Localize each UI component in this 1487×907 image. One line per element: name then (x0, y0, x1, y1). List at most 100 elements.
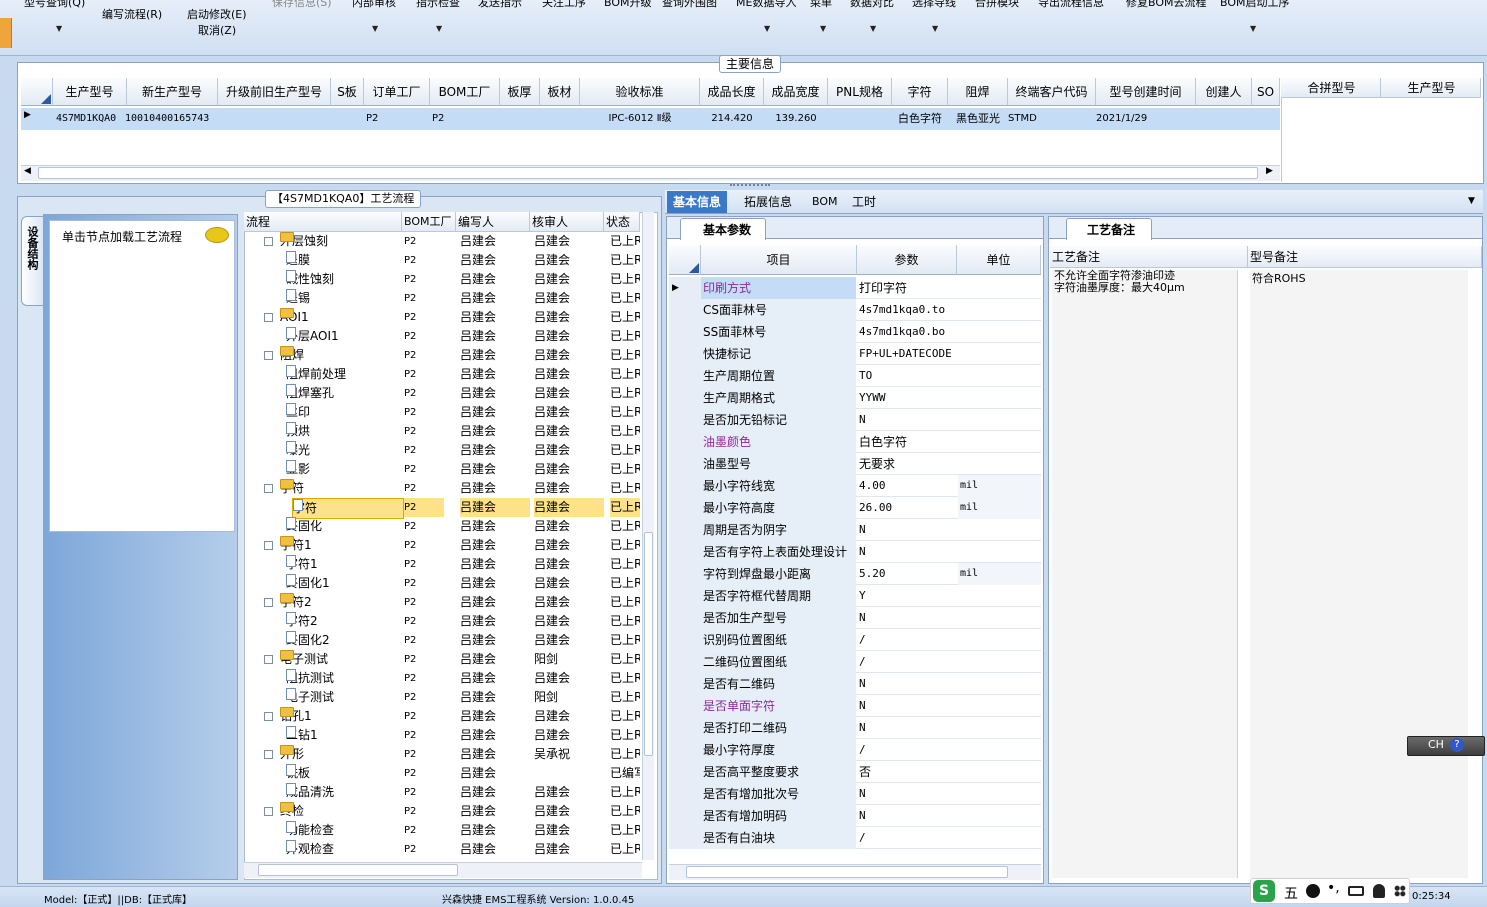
user-icon[interactable] (1373, 884, 1385, 898)
col-status[interactable]: 状态 (604, 212, 640, 232)
process-tree-row[interactable]: 阻抗测试 P2 吕建会 吕建会 已上R (244, 669, 640, 688)
toolbar-me-import-button[interactable]: ME数据导入 (736, 0, 796, 10)
process-tree-row[interactable]: 预烘 P2 吕建会 吕建会 已上R (244, 422, 640, 441)
ime-mode-label[interactable]: 五 (1284, 883, 1298, 903)
col-prod-model[interactable]: 生产型号 (53, 78, 127, 106)
param-row[interactable]: 字符到焊盘最小距离 5.20 mil (669, 563, 1041, 585)
col-s-board[interactable]: S板 (331, 78, 364, 106)
process-tree-row[interactable]: 字符 P2 吕建会 吕建会 已上R (244, 498, 640, 519)
toolbar-compare-button[interactable]: 数据对比 (850, 0, 894, 10)
col-length[interactable]: 成品长度 (700, 78, 764, 106)
param-value[interactable]: / (857, 739, 957, 761)
toolbar-bom-upgrade-button[interactable]: BOM升级 (604, 0, 652, 10)
param-row[interactable]: 是否单面字符 N (669, 695, 1041, 717)
col-standard[interactable]: 验收标准 (580, 78, 700, 106)
param-row[interactable]: 是否有二维码 N (669, 673, 1041, 695)
col-thickness[interactable]: 板厚 (500, 78, 540, 106)
param-row[interactable]: 最小字符线宽 4.00 mil (669, 475, 1041, 497)
param-value[interactable]: N (857, 409, 957, 431)
toolbar-outline-button[interactable]: 查询外围图 (662, 0, 717, 10)
scroll-thumb[interactable] (644, 532, 653, 756)
process-tree-row[interactable]: 阻焊塞孔 P2 吕建会 吕建会 已上R (244, 384, 640, 403)
ime-bar[interactable] (1407, 736, 1485, 756)
tree-node[interactable]: 显影 (286, 460, 398, 479)
row-header[interactable] (669, 453, 701, 475)
param-row[interactable]: 是否字符框代替周期 Y (669, 585, 1041, 607)
row-header[interactable] (669, 629, 701, 651)
scroll-thumb[interactable] (38, 167, 1258, 179)
col-bom-factory[interactable]: BOM工厂 (402, 212, 456, 232)
param-row[interactable]: 最小字符高度 26.00 mil (669, 497, 1041, 519)
process-tree-row[interactable]: 外层AOI1 P2 吕建会 吕建会 已上R (244, 327, 640, 346)
param-value[interactable]: FP+UL+DATECODE (857, 343, 957, 365)
toolbar-wire-button[interactable]: 选择导线 (912, 0, 956, 10)
tree-node[interactable]: 字符1 (286, 555, 398, 574)
param-row[interactable]: SS面菲林号 4s7md1kqa0.bo (669, 321, 1041, 343)
dot-icon[interactable] (1306, 884, 1320, 898)
process-tree-row[interactable]: 终固化2 P2 吕建会 吕建会 已上R (244, 631, 640, 650)
param-row[interactable]: 是否有增加明码 N (669, 805, 1041, 827)
row-header[interactable] (669, 541, 701, 563)
tab-menu-icon[interactable]: ▼ (1468, 196, 1475, 206)
chevron-down-icon[interactable]: ▼ (932, 24, 938, 33)
col-bom-factory[interactable]: BOM工厂 (430, 78, 500, 106)
splitter-handle[interactable] (730, 184, 770, 188)
merge-col-prod[interactable]: 生产型号 (1381, 78, 1481, 98)
chevron-down-icon[interactable]: ▼ (56, 24, 62, 33)
toolbar-cancel-button[interactable]: 取消(Z) (198, 22, 236, 38)
param-value[interactable]: N (857, 695, 957, 717)
row-header[interactable] (669, 717, 701, 739)
tree-node[interactable]: 成品清洗 (286, 783, 398, 802)
process-tree-row[interactable]: 曝光 P2 吕建会 吕建会 已上R (244, 441, 640, 460)
param-row[interactable]: 油墨型号 无要求 (669, 453, 1041, 475)
param-col-item[interactable]: 项目 (701, 245, 857, 275)
col-new-model[interactable]: 新生产型号 (127, 78, 218, 106)
toolbar-save-button[interactable]: 保存信息(S) (272, 0, 332, 10)
param-value[interactable]: 5.20 (857, 563, 957, 585)
collapse-icon[interactable]: − (264, 351, 273, 360)
process-tree-row[interactable]: 碱性蚀刻 P2 吕建会 吕建会 已上R (244, 270, 640, 289)
col-so[interactable]: SO (1252, 78, 1280, 106)
param-value[interactable]: 4s7md1kqa0.bo (857, 321, 957, 343)
tree-node[interactable]: 铣板 (286, 764, 398, 783)
param-value[interactable]: / (857, 651, 957, 673)
row-header[interactable] (669, 475, 701, 497)
tree-node[interactable]: 终检 (280, 802, 416, 821)
toolbar-write-flow-button[interactable]: 编写流程(R) (102, 6, 162, 22)
param-row[interactable]: 印刷方式 打印字符 (669, 277, 1041, 299)
tree-node[interactable]: 预烘 (286, 422, 398, 441)
chevron-down-icon[interactable]: ▼ (764, 24, 770, 33)
tree-node[interactable]: 功能检查 (286, 821, 398, 840)
tree-node[interactable]: 钻孔1 (280, 707, 416, 726)
param-value[interactable]: 白色字符 (857, 431, 957, 453)
param-row[interactable]: 是否打印二维码 N (669, 717, 1041, 739)
tree-node[interactable]: 字符 (292, 498, 404, 519)
row-header[interactable] (669, 673, 701, 695)
scroll-thumb[interactable] (258, 864, 458, 876)
col-char[interactable]: 字符 (892, 78, 948, 106)
param-value[interactable]: / (857, 827, 957, 849)
process-tree-row[interactable]: −钻孔1P2 吕建会 吕建会 已上R (244, 707, 640, 726)
param-row[interactable]: 生产周期格式 YYWW (669, 387, 1041, 409)
process-tree-row[interactable]: −阻焊P2 吕建会 吕建会 已上R (244, 346, 640, 365)
col-width[interactable]: 成品宽度 (764, 78, 828, 106)
param-row[interactable]: 识别码位置图纸 / (669, 629, 1041, 651)
tree-node[interactable]: 终固化2 (286, 631, 398, 650)
tree-node[interactable]: AOI1 (280, 308, 416, 327)
process-tree-row[interactable]: −外层蚀刻P2 吕建会 吕建会 已上R (244, 232, 640, 251)
col-order-factory[interactable]: 订单工厂 (364, 78, 430, 106)
param-row[interactable]: 是否有字符上表面处理设计 N (669, 541, 1041, 563)
process-tree-row[interactable]: 阻焊前处理 P2 吕建会 吕建会 已上R (244, 365, 640, 384)
row-header[interactable] (669, 695, 701, 717)
param-value[interactable]: 26.00 (857, 497, 957, 519)
param-value[interactable]: N (857, 783, 957, 805)
row-header[interactable] (669, 519, 701, 541)
param-value[interactable]: 打印字符 (857, 277, 957, 299)
chevron-down-icon[interactable]: ▼ (820, 24, 826, 33)
param-row[interactable]: 是否有白油块 / (669, 827, 1041, 849)
param-row[interactable]: 油墨颜色 白色字符 (669, 431, 1041, 453)
tab-bom[interactable]: BOM (806, 191, 844, 213)
tree-node[interactable]: 退锡 (286, 289, 398, 308)
process-tree-row[interactable]: 丝印 P2 吕建会 吕建会 已上R (244, 403, 640, 422)
tree-node[interactable]: 曝光 (286, 441, 398, 460)
